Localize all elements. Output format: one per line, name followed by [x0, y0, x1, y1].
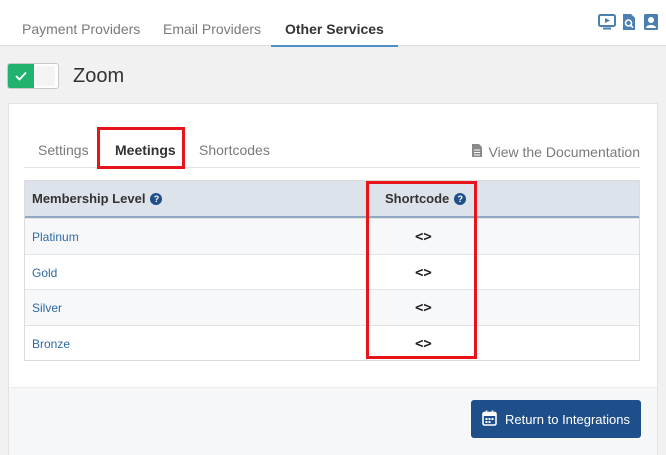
view-documentation-label: View the Documentation [488, 144, 641, 160]
tab-payment-providers[interactable]: Payment Providers [8, 0, 154, 46]
table-row: Bronze <> [25, 324, 639, 362]
return-to-integrations-label: Return to Integrations [504, 411, 631, 427]
highlight-shortcode-column [366, 181, 477, 359]
column-membership-level-label: Membership Level [32, 190, 146, 206]
tab-email-providers[interactable]: Email Providers [149, 0, 275, 46]
top-tab-bar: Payment Providers Email Providers Other … [0, 0, 666, 47]
table-header: Membership Level ? Shortcode ? [25, 181, 639, 218]
subtab-settings[interactable]: Settings [38, 126, 89, 168]
highlight-meetings-tab [97, 127, 185, 169]
table-body: Platinum <> Gold <> Silver <> Bronze <> [25, 218, 639, 360]
help-icon[interactable]: ? [150, 192, 163, 205]
toggle-on-check-icon [8, 64, 34, 88]
table-row: Platinum <> [25, 218, 639, 254]
table-row: Gold <> [25, 253, 639, 291]
top-icons [598, 13, 660, 31]
membership-level-link[interactable]: Gold [32, 255, 57, 291]
zoom-enable-toggle[interactable] [7, 63, 59, 89]
view-documentation-link[interactable]: View the Documentation [471, 143, 641, 161]
return-to-integrations-button[interactable]: Return to Integrations [471, 400, 641, 438]
column-membership-level: Membership Level ? [32, 181, 163, 216]
membership-level-link[interactable]: Platinum [32, 219, 79, 255]
shortcode-table: Membership Level ? Shortcode ? Platinum … [24, 180, 640, 361]
membership-level-link[interactable]: Silver [32, 290, 62, 326]
subtab-shortcodes[interactable]: Shortcodes [199, 126, 270, 168]
document-icon [471, 143, 483, 161]
table-row: Silver <> [25, 289, 639, 325]
calendar-icon [482, 410, 497, 429]
toggle-knob [35, 66, 55, 86]
membership-level-link[interactable]: Bronze [32, 326, 70, 362]
integration-title: Zoom [73, 65, 125, 87]
tab-other-services[interactable]: Other Services [271, 0, 398, 47]
support-user-icon[interactable] [642, 13, 660, 31]
search-docs-icon[interactable] [620, 13, 638, 31]
video-tutorial-icon[interactable] [598, 13, 616, 31]
